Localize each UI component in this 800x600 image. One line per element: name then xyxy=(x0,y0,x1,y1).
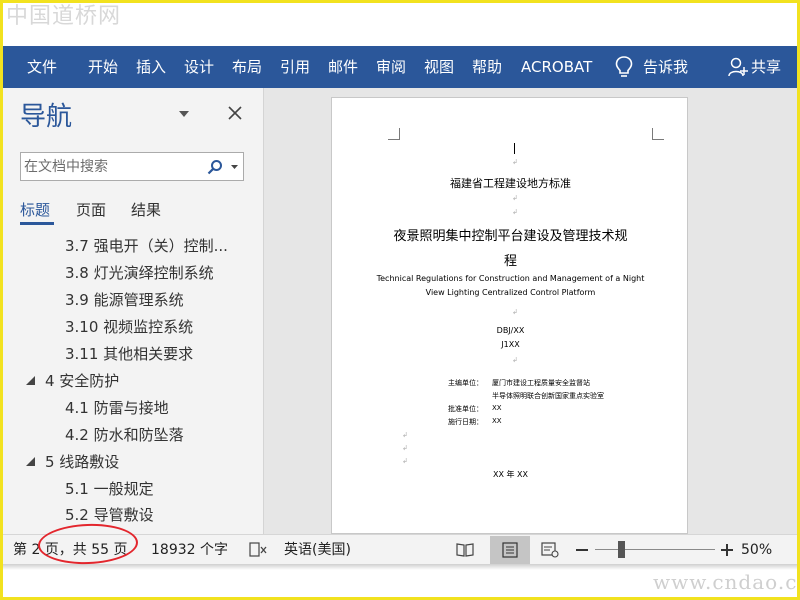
doc-editor-label: 主编单位： xyxy=(448,379,483,387)
web-layout-icon[interactable] xyxy=(541,542,559,558)
doc-date-label: 施行日期： xyxy=(448,418,483,426)
doc-english-line2: View Lighting Centralized Control Platfo… xyxy=(425,288,596,297)
doc-code1: DBJ/XX xyxy=(496,326,525,335)
tab-mailings[interactable]: 邮件 xyxy=(328,46,358,88)
paragraph-mark: ↲ xyxy=(402,444,408,452)
zoom-slider-track[interactable] xyxy=(595,549,715,550)
paragraph-mark: ↲ xyxy=(512,194,518,202)
search-icon[interactable] xyxy=(207,159,223,175)
doc-editor2: 半导体照明联合创新国家重点实验室 xyxy=(492,392,604,400)
heading-item[interactable]: 5 线路敷设 xyxy=(45,452,119,472)
heading-item[interactable]: 4 安全防护 xyxy=(45,371,119,391)
tab-headings[interactable]: 标题 xyxy=(20,200,50,220)
pane-options-dropdown-icon[interactable] xyxy=(177,108,191,120)
doc-year-line: XX 年 XX xyxy=(492,470,528,479)
paragraph-mark: ↲ xyxy=(512,208,518,216)
heading-item[interactable]: 3.11 其他相关要求 xyxy=(65,344,193,364)
paragraph-mark: ↲ xyxy=(512,356,518,364)
ribbon-tab-bar: 文件 开始 插入 设计 布局 引用 邮件 审阅 视图 帮助 ACROBAT 告诉… xyxy=(3,46,797,88)
active-tab-indicator xyxy=(20,222,54,225)
doc-editor1: 厦门市建设工程质量安全监督站 xyxy=(492,379,590,387)
tab-insert[interactable]: 插入 xyxy=(136,46,166,88)
paragraph-mark: ↲ xyxy=(402,457,408,465)
search-input[interactable] xyxy=(24,156,200,177)
heading-item[interactable]: 4.1 防雷与接地 xyxy=(65,398,169,418)
heading-item[interactable]: 3.7 强电开（关）控制... xyxy=(65,236,228,256)
heading-item[interactable]: 3.9 能源管理系统 xyxy=(65,290,184,310)
tab-view[interactable]: 视图 xyxy=(424,46,454,88)
paragraph-mark: ↲ xyxy=(512,308,518,316)
tab-layout[interactable]: 布局 xyxy=(232,46,262,88)
margin-corner-mark xyxy=(388,128,400,140)
share-user-icon[interactable] xyxy=(727,56,749,78)
collapse-triangle-icon[interactable] xyxy=(25,456,36,467)
word-count-status[interactable]: 18932 个字 xyxy=(151,535,228,565)
lightbulb-icon[interactable] xyxy=(613,55,635,79)
doc-title-line2: 程 xyxy=(503,254,517,269)
tab-help[interactable]: 帮助 xyxy=(472,46,502,88)
heading-item[interactable]: 3.10 视频监控系统 xyxy=(65,317,193,337)
paragraph-mark: ↲ xyxy=(402,431,408,439)
tell-me-button[interactable]: 告诉我 xyxy=(643,46,688,88)
chevron-down-icon[interactable] xyxy=(230,163,239,171)
margin-corner-mark xyxy=(652,128,664,140)
doc-english-line1: Technical Regulations for Construction a… xyxy=(376,274,645,283)
tab-results[interactable]: 结果 xyxy=(131,200,161,220)
tab-home[interactable]: 开始 xyxy=(88,46,118,88)
close-icon[interactable] xyxy=(228,106,242,120)
tab-review[interactable]: 审阅 xyxy=(376,46,406,88)
zoom-out-button[interactable] xyxy=(576,549,588,551)
tab-design[interactable]: 设计 xyxy=(184,46,214,88)
doc-code2: J1XX xyxy=(501,340,520,349)
read-mode-icon[interactable] xyxy=(456,542,474,558)
search-box xyxy=(20,152,244,181)
watermark-bottom: www.cndao.com xyxy=(653,570,797,594)
doc-standard-line: 福建省工程建设地方标准 xyxy=(450,177,571,190)
tab-references[interactable]: 引用 xyxy=(280,46,310,88)
doc-title-line1: 夜景照明集中控制平台建设及管理技术规 xyxy=(393,229,628,244)
navigation-pane: 导航 标题 页面 结果 3.7 强电开（关）控制... 3.8 灯光演绎控制系统… xyxy=(3,88,263,534)
heading-item[interactable]: 3.8 灯光演绎控制系统 xyxy=(65,263,214,283)
language-status[interactable]: 英语(美国) xyxy=(284,535,351,565)
collapse-triangle-icon[interactable] xyxy=(25,375,36,386)
heading-item[interactable]: 4.2 防水和防坠落 xyxy=(65,425,184,445)
paragraph-mark: ↲ xyxy=(512,158,518,166)
proofing-icon[interactable] xyxy=(249,542,267,558)
zoom-level[interactable]: 50% xyxy=(741,535,772,565)
document-page[interactable]: ↲ 福建省工程建设地方标准 ↲ ↲ 夜景照明集中控制平台建设及管理技术规 程 T… xyxy=(331,97,688,534)
doc-approve-label: 批准单位： xyxy=(448,405,483,413)
zoom-in-button[interactable] xyxy=(726,544,728,556)
doc-approve-value: XX xyxy=(492,404,502,412)
print-layout-icon[interactable] xyxy=(501,542,519,558)
text-cursor xyxy=(514,143,515,154)
bottom-strip: www.cndao.com xyxy=(3,564,797,597)
nav-pane-title: 导航 xyxy=(20,102,73,132)
heading-item[interactable]: 5.1 一般规定 xyxy=(65,479,154,499)
watermark-top: 中国道桥网 xyxy=(6,4,122,29)
share-button[interactable]: 共享 xyxy=(751,46,781,88)
tab-pages[interactable]: 页面 xyxy=(76,200,106,220)
heading-item[interactable]: 5.2 导管敷设 xyxy=(65,505,154,525)
tab-file[interactable]: 文件 xyxy=(27,46,57,88)
tab-acrobat[interactable]: ACROBAT xyxy=(521,46,592,88)
zoom-slider-thumb[interactable] xyxy=(618,541,625,558)
doc-date-value: XX xyxy=(492,417,502,425)
